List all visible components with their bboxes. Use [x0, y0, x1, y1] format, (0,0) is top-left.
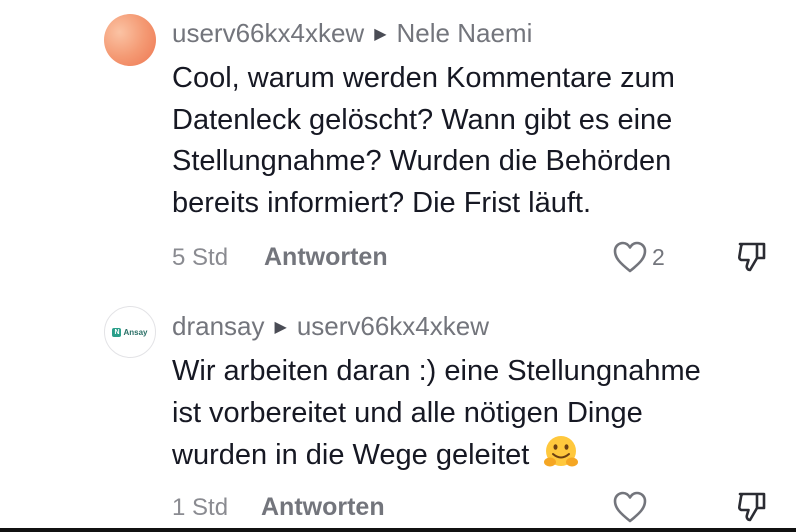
author-name[interactable]: dransay: [172, 311, 265, 342]
comment-line-with-emoji: wurden in die Wege geleitet: [172, 434, 782, 477]
comment-footer: 5 Std Antworten 2: [0, 240, 796, 276]
ansay-logo-text: Ansay: [123, 327, 148, 337]
like-button[interactable]: 2: [612, 240, 665, 274]
dislike-button[interactable]: [736, 240, 768, 279]
hugging-face-emoji: [544, 436, 579, 467]
reply-button[interactable]: Antworten: [261, 493, 385, 522]
comment-line: Cool, warum werden Kommentare zum: [172, 62, 675, 94]
reply-to-name[interactable]: userv66kx4xkew: [297, 311, 489, 342]
play-arrow-icon: ▶: [274, 318, 287, 336]
ansay-logo-mark: N: [112, 327, 122, 337]
comment-line: Datenleck gelöscht? Wann gibt es eine: [172, 103, 673, 136]
comment-line: Wir arbeiten daran :) eine Stellungnahme: [172, 355, 701, 387]
thumbs-down-icon: [738, 242, 766, 272]
dislike-button[interactable]: [736, 490, 768, 529]
comment-meta: dransay ▶ userv66kx4xkew: [172, 311, 489, 342]
comment-meta: userv66kx4xkew ▶ Nele Naemi: [172, 18, 532, 49]
comment-line: wurden in die Wege geleitet: [172, 439, 530, 471]
heart-outline-icon: [613, 491, 647, 523]
user-avatar[interactable]: [104, 14, 156, 66]
comment-line: bereits informiert? Die Frist läuft.: [172, 186, 592, 219]
comment-text: Wir arbeiten daran :) eine Stellungnahme…: [172, 351, 782, 477]
reply-button[interactable]: Antworten: [264, 243, 388, 272]
play-arrow-icon: ▶: [374, 25, 387, 43]
user-avatar[interactable]: N Ansay: [104, 306, 156, 358]
like-button[interactable]: [612, 490, 652, 524]
heart-outline-icon: [613, 241, 647, 273]
comment-time: 1 Std: [172, 494, 229, 521]
thumbs-down-icon: [738, 492, 766, 522]
ansay-logo: N Ansay: [112, 327, 148, 337]
bottom-divider: [0, 528, 796, 532]
reply-to-name[interactable]: Nele Naemi: [397, 18, 533, 49]
comment-text: Cool, warum werden Kommentare zum Datenl…: [172, 58, 782, 224]
comment-time: 5 Std: [172, 244, 229, 271]
comment-footer: 1 Std Antworten: [0, 490, 796, 526]
like-count: 2: [652, 243, 665, 270]
comment-line: ist vorbereitet und alle nötigen Dinge: [172, 396, 643, 429]
author-name[interactable]: userv66kx4xkew: [172, 18, 364, 49]
comment-line: Stellungnahme? Wurden die Behörden: [172, 145, 672, 177]
